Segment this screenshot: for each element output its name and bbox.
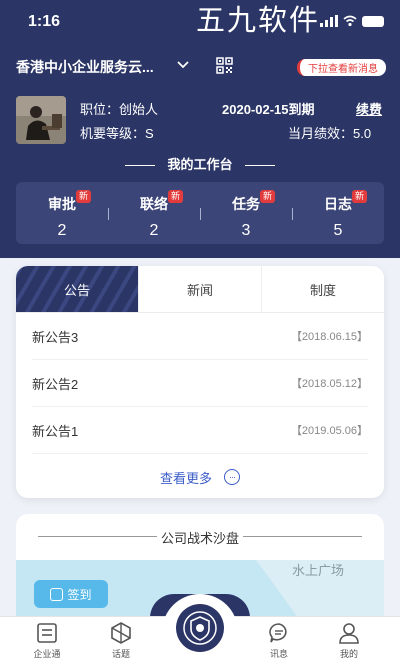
notice-date: 【2019.05.06】 — [290, 425, 368, 437]
company-row[interactable]: 香港中小企业服务云... 下拉查看新消息 — [16, 56, 386, 78]
status-icons — [320, 15, 384, 27]
stat-approval[interactable]: 审批 2 新 — [16, 182, 108, 244]
stat-log[interactable]: 日志 5 新 — [292, 182, 384, 244]
stat-divider — [292, 208, 293, 220]
nav-profile[interactable]: 我的 — [324, 621, 374, 660]
expire-date: 2020-02-15到期 — [222, 102, 315, 117]
avatar[interactable] — [16, 96, 66, 144]
battery-icon — [362, 15, 384, 27]
tab-policy[interactable]: 制度 — [261, 266, 384, 312]
new-badge: 新 — [260, 190, 276, 203]
message-icon — [269, 623, 287, 643]
notice-date: 【2018.05.12】 — [290, 378, 368, 390]
stat-label: 审批 — [48, 196, 76, 212]
notice-tabs: 公告 新闻 制度 — [16, 266, 384, 313]
see-more-label: 查看更多 — [159, 470, 212, 486]
topic-icon — [111, 622, 131, 644]
nav-label: 讯息 — [269, 649, 288, 659]
signin-label: 签到 — [67, 587, 92, 602]
stat-contact[interactable]: 联络 2 新 — [108, 182, 200, 244]
stat-value: 5 — [333, 222, 343, 239]
stat-value: 3 — [241, 222, 251, 239]
signal-icon — [320, 15, 338, 27]
avatar-photo — [16, 96, 66, 144]
stat-divider — [108, 208, 109, 220]
notice-row[interactable]: 新公告3 【2018.06.15】 — [32, 313, 368, 360]
notice-title: 新公告3 — [32, 329, 79, 345]
stat-value: 2 — [57, 222, 67, 239]
notice-row[interactable]: 新公告1 【2019.05.06】 — [32, 407, 368, 454]
nav-company[interactable]: 企业通 — [22, 621, 72, 660]
map-place-label: 水上广场 — [291, 563, 344, 578]
notice-card: 公告 新闻 制度 新公告3 【2018.06.15】 新公告2 【2018.05… — [16, 266, 384, 498]
notice-title: 新公告2 — [32, 376, 79, 392]
workbench-title: 我的工作台 — [0, 154, 400, 173]
tab-news[interactable]: 新闻 — [138, 266, 261, 312]
stat-label: 日志 — [324, 196, 352, 212]
stats-box: 审批 2 新 联络 2 新 任务 3 新 日志 5 新 — [16, 182, 384, 244]
center-tab-button[interactable] — [176, 604, 224, 652]
tab-announcement[interactable]: 公告 — [16, 266, 138, 312]
renew-link[interactable]: 续费 — [356, 99, 382, 118]
wifi-icon — [343, 15, 357, 27]
divider-right — [244, 165, 275, 167]
company-name[interactable]: 香港中小企业服务云... — [16, 57, 154, 77]
header-panel: 1:16 五九软件 香港中小企业服务云... 下拉查看新消息 职位：创始人 机要… — [0, 0, 400, 258]
nav-label: 企业通 — [33, 649, 61, 659]
new-badge: 新 — [168, 190, 184, 203]
more-dots-icon: ··· — [224, 469, 240, 485]
company-icon — [37, 623, 57, 643]
notice-date: 【2018.06.15】 — [290, 331, 368, 343]
signin-button[interactable]: 签到 — [34, 580, 108, 608]
watermark: 五九软件 — [196, 3, 321, 37]
qr-code-icon[interactable] — [216, 57, 233, 74]
chevron-down-icon[interactable] — [176, 58, 190, 72]
stat-divider — [200, 208, 201, 220]
stat-label: 任务 — [232, 196, 260, 212]
position-text: 职位：创始人 — [80, 102, 159, 117]
strategy-title: 公司战术沙盘 — [16, 528, 384, 547]
strategy-title-text: 公司战术沙盘 — [156, 531, 243, 546]
stat-label: 联络 — [140, 196, 168, 212]
see-more-button[interactable]: 查看更多 ··· — [16, 454, 384, 498]
nav-label: 我的 — [339, 649, 358, 659]
status-time: 1:16 — [28, 13, 61, 30]
stat-task[interactable]: 任务 3 新 — [200, 182, 292, 244]
stat-value: 2 — [149, 222, 159, 239]
alarm-clock-icon — [50, 587, 64, 601]
notice-title: 新公告1 — [32, 423, 79, 439]
workbench-label: 我的工作台 — [167, 157, 233, 172]
nav-topic[interactable]: 话题 — [96, 621, 146, 660]
pull-notice-badge: 下拉查看新消息 — [297, 59, 386, 76]
performance-text: 当月绩效：5.0 — [288, 126, 372, 141]
divider-left — [125, 165, 156, 167]
level-text: 机要等级：S — [80, 126, 154, 141]
nav-message[interactable]: 讯息 — [254, 621, 304, 660]
nav-label: 话题 — [111, 649, 130, 659]
profile-icon — [339, 623, 359, 644]
new-badge: 新 — [76, 190, 92, 203]
status-bar: 1:16 五九软件 — [0, 0, 400, 44]
shield-logo-icon — [183, 611, 217, 645]
new-badge: 新 — [352, 190, 368, 203]
notice-row[interactable]: 新公告2 【2018.05.12】 — [32, 360, 368, 407]
